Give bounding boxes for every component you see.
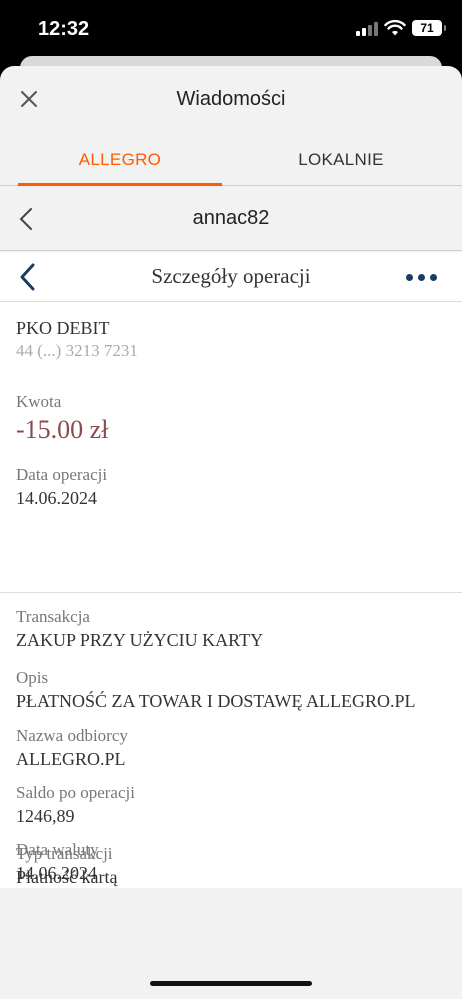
status-time: 12:32 [38,18,90,40]
tab-bar: ALLEGRO LOKALNIE [0,136,462,186]
tab-allegro[interactable]: ALLEGRO [18,150,222,170]
wifi-icon [384,19,406,36]
operation-details: Szczegóły operacji PKO DEBIT 44 (...) 32… [0,252,462,888]
operation-title: Szczegóły operacji [151,264,311,288]
amount-label: Kwota [16,392,62,411]
status-bar: 12:32 71 [0,0,462,60]
transaction-value: ZAKUP PRZY UŻYCIU KARTY [16,630,264,650]
operation-header: Szczegóły operacji [0,252,462,302]
home-indicator[interactable] [150,981,312,986]
tab-lokalnie[interactable]: LOKALNIE [240,150,442,170]
conversation-header: annac82 [0,187,462,251]
value-date-label: Data waluty [16,840,99,859]
signal-icon [356,22,378,36]
balance-value: 1246,89 [16,806,75,826]
recipient-label: Nazwa odbiorcy [16,726,128,745]
card-number: 44 (...) 3213 7231 [16,341,138,360]
card-name: PKO DEBIT [16,318,110,338]
messages-sheet: Wiadomości ALLEGRO LOKALNIE annac82 Szcz… [0,66,462,999]
date-label: Data operacji [16,465,108,484]
battery-icon: 71 [412,20,446,36]
description-value: PŁATNOŚĆ ZA TOWAR I DOSTAWĘ ALLEGRO.PL [16,691,416,711]
recipient-value: ALLEGRO.PL [16,749,126,769]
section-divider [0,592,462,593]
conversation-name: annac82 [192,207,270,229]
amount-value: -15.00 zł [16,415,109,444]
description-label: Opis [16,668,49,687]
value-date-value: 14.06.2024 [16,863,97,883]
sheet-title: Wiadomości [176,88,286,110]
transaction-label: Transakcja [16,607,90,626]
balance-label: Saldo po operacji [16,783,135,802]
more-dots-icon[interactable] [404,272,440,282]
date-value: 14.06.2024 [16,488,97,508]
active-tab-indicator [18,183,222,186]
